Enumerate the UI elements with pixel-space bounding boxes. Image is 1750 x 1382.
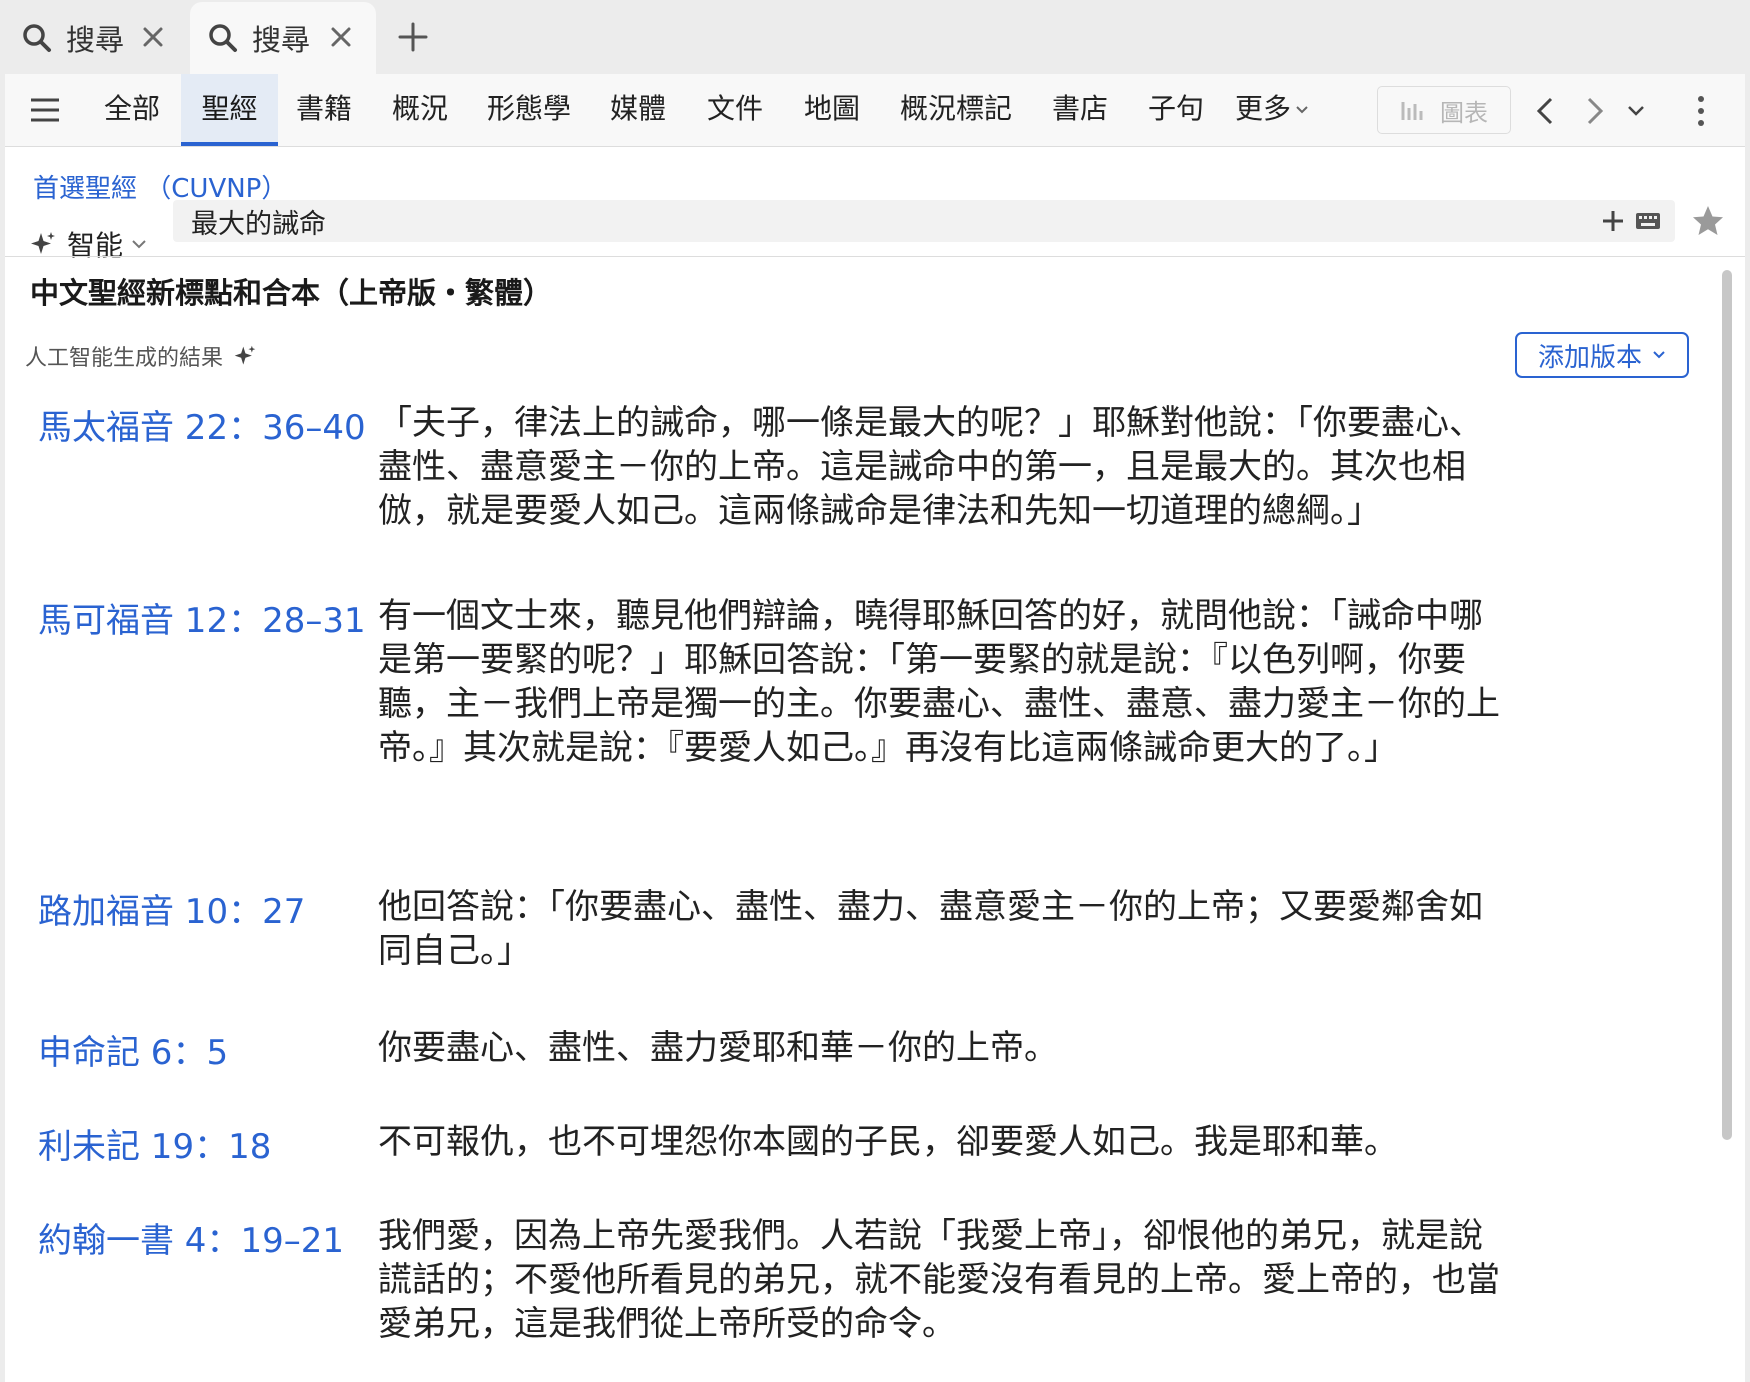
tab-search-2[interactable]: 搜尋 <box>190 2 376 74</box>
nav-overview-tags[interactable]: 概況標記 <box>900 74 1012 146</box>
chart-button[interactable]: 圖表 <box>1377 86 1511 134</box>
add-version-label: 添加版本 <box>1537 342 1642 373</box>
nav-media[interactable]: 媒體 <box>610 74 666 146</box>
scrollbar[interactable] <box>1722 270 1732 1140</box>
verse-reference-link[interactable]: 馬太福音 22：36–40 <box>38 400 366 449</box>
tab-label: 搜尋 <box>66 23 125 57</box>
tab-search-1[interactable]: 搜尋 <box>0 2 188 74</box>
search-panel: 全部 聖經 書籍 概況 形態學 媒體 文件 地圖 概況標記 書店 子句 更多 圖… <box>5 74 1745 1382</box>
chevron-down-icon <box>1653 351 1665 359</box>
category-nav: 全部 聖經 書籍 概況 形態學 媒體 文件 地圖 概況標記 書店 子句 更多 圖… <box>5 74 1745 147</box>
verse-text: 「夫子，律法上的誡命，哪一條是最大的呢？」耶穌對他說：「你要盡心、盡性、盡意愛主… <box>378 403 1483 531</box>
verse-reference-link[interactable]: 申命記 6：5 <box>38 1025 228 1074</box>
tab-label: 搜尋 <box>252 23 311 57</box>
favorite-star-icon[interactable] <box>1691 204 1725 238</box>
search-input[interactable] <box>191 200 1571 242</box>
nav-morphology[interactable]: 形態學 <box>487 74 571 146</box>
chart-button-label: 圖表 <box>1440 98 1488 127</box>
add-version-button[interactable]: 添加版本 <box>1515 332 1689 378</box>
nav-more[interactable]: 更多 <box>1235 74 1309 146</box>
sparkle-icon <box>31 232 55 254</box>
tab-strip: 搜尋 搜尋 <box>0 0 1750 74</box>
sparkle-icon <box>234 345 256 365</box>
search-icon <box>23 24 51 52</box>
search-box <box>173 200 1675 242</box>
history-chevron-down-icon[interactable] <box>1627 104 1645 118</box>
verse-reference-link[interactable]: 約翰一書 4：19–21 <box>38 1213 344 1262</box>
nav-maps[interactable]: 地圖 <box>804 74 860 146</box>
verse-text: 有一個文士來，聽見他們辯論，曉得耶穌回答的好，就問他說：「誡命中哪是第一要緊的呢… <box>378 596 1500 768</box>
nav-more-label: 更多 <box>1235 92 1292 125</box>
verse-reference-link[interactable]: 利未記 19：18 <box>38 1119 271 1168</box>
verse-text: 我們愛，因為上帝先愛我們。人若說「我愛上帝」，卻恨他的弟兄，就是說謊話的；不愛他… <box>378 1216 1500 1344</box>
verse-text: 你要盡心、盡性、盡力愛耶和華－你的上帝。 <box>378 1028 1058 1068</box>
nav-overview[interactable]: 概況 <box>392 74 448 146</box>
nav-documents[interactable]: 文件 <box>707 74 763 146</box>
forward-arrow-icon[interactable] <box>1585 96 1605 126</box>
bar-chart-icon <box>1401 102 1423 120</box>
hamburger-menu-icon[interactable] <box>29 96 61 124</box>
verse-reference-link[interactable]: 路加福音 10：27 <box>38 884 305 933</box>
close-icon[interactable] <box>328 24 354 50</box>
smart-mode-dropdown[interactable]: 智能 <box>29 224 147 264</box>
nav-clauses[interactable]: 子句 <box>1148 74 1204 146</box>
verse-text: 他回答說：「你要盡心、盡性、盡力、盡意愛主－你的上帝；又要愛鄰舍如同自己。」 <box>378 887 1483 971</box>
nav-bookstore[interactable]: 書店 <box>1052 74 1108 146</box>
keyboard-icon[interactable] <box>1635 211 1661 231</box>
nav-all[interactable]: 全部 <box>104 74 160 146</box>
add-plus-icon[interactable] <box>1601 209 1625 233</box>
back-arrow-icon[interactable] <box>1535 96 1555 126</box>
ai-generated-label: 人工智能生成的結果 <box>25 340 257 372</box>
bible-version-title: 中文聖經新標點和合本（上帝版・繁體） <box>30 276 553 310</box>
verse-reference-link[interactable]: 馬可福音 12：28–31 <box>38 593 366 642</box>
close-icon[interactable] <box>140 24 166 50</box>
ai-generated-text: 人工智能生成的結果 <box>25 346 224 371</box>
divider <box>5 256 1745 257</box>
search-icon <box>209 24 237 52</box>
more-options-icon[interactable] <box>1695 94 1707 128</box>
nav-books[interactable]: 書籍 <box>296 74 352 146</box>
new-tab-plus-icon[interactable] <box>396 20 430 54</box>
smart-mode-label: 智能 <box>67 229 124 262</box>
chevron-down-icon <box>1296 106 1308 114</box>
chevron-down-icon <box>132 240 146 249</box>
verse-text: 不可報仇，也不可埋怨你本國的子民，卻要愛人如己。我是耶和華。 <box>378 1122 1398 1162</box>
nav-bible[interactable]: 聖經 <box>181 74 278 146</box>
